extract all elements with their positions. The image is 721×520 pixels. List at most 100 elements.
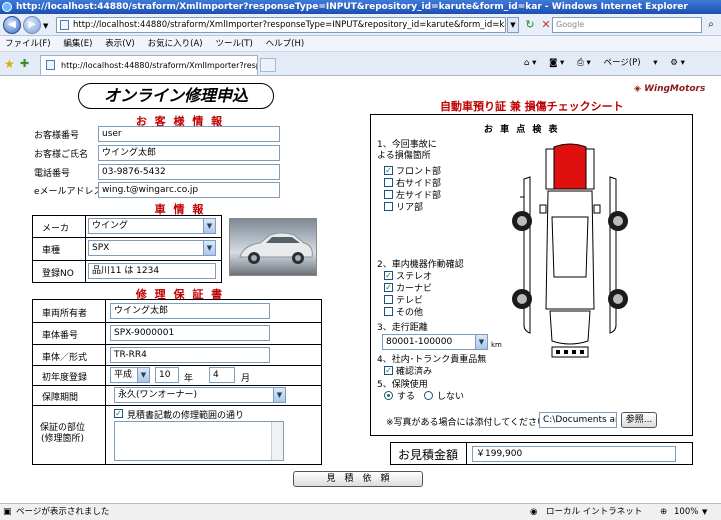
mileage-value: 80001-100000 <box>386 337 453 347</box>
status-text: ページが表示されました <box>16 507 110 517</box>
textarea-scrollbar[interactable] <box>271 422 283 460</box>
owner-label: 車両所有者 <box>42 309 88 319</box>
page-menu-label: ページ(P) <box>603 58 641 68</box>
back-button[interactable]: ◀ <box>3 16 21 34</box>
window-title-bar: http://localhost:44880/straform/XmlImpor… <box>0 0 721 14</box>
mileage-select[interactable]: 80001-100000 ▼ <box>382 334 488 350</box>
refresh-icon[interactable]: ↻ <box>522 17 538 33</box>
damage-left-checkbox[interactable] <box>384 190 393 199</box>
tab-current[interactable]: http://localhost:44880/straform/XmlImpor… <box>40 55 258 75</box>
reg-input[interactable]: 品川11 は 1234 <box>88 263 216 279</box>
browse-button[interactable]: 参照... <box>621 412 657 428</box>
equip-other-label: その他 <box>396 308 424 318</box>
model-label: 車種 <box>42 246 61 256</box>
equip-stereo-checkbox[interactable]: ✓ <box>384 271 393 280</box>
brand-name: WingMotors <box>644 84 706 94</box>
tools-menu[interactable]: ⚙ ▾ <box>670 58 685 68</box>
search-input[interactable]: Google <box>552 17 702 33</box>
q1-label: 1、今回事故に よる損傷箇所 <box>377 140 437 161</box>
chevron-down-icon: ▼ <box>203 241 215 255</box>
menu-edit[interactable]: 編集(E) <box>58 36 97 52</box>
car-front-damaged <box>549 143 591 190</box>
phone-input[interactable]: 03-9876-5432 <box>98 164 280 180</box>
menu-help[interactable]: ヘルプ(H) <box>261 36 310 52</box>
chevron-down-icon: ▼ <box>475 335 487 349</box>
damage-right-checkbox[interactable] <box>384 178 393 187</box>
model-value: SPX <box>92 243 110 253</box>
check-sheet-title: 自動車預り証 兼 損傷チェックシート <box>440 100 624 113</box>
address-dropdown-button[interactable]: ▼ <box>507 17 519 33</box>
warranty-row-line <box>32 322 322 323</box>
search-icon[interactable]: ⌕ <box>704 17 718 33</box>
customer-number-input[interactable]: user <box>98 126 280 142</box>
equip-tv-checkbox[interactable] <box>384 295 393 304</box>
zone-text: ローカル イントラネット <box>546 507 643 517</box>
maker-select[interactable]: ウイング ▼ <box>88 218 216 234</box>
tab-title: http://localhost:44880/straform/XmlImpor… <box>61 61 258 70</box>
period-select[interactable]: 永久(ワンオーナー) ▼ <box>114 387 286 403</box>
maker-value: ウイング <box>92 221 129 231</box>
estimate-input[interactable]: ￥199,900 <box>472 446 676 462</box>
maker-label: メーカ <box>42 224 70 234</box>
print-icon[interactable]: ⎙ ▾ <box>577 58 591 68</box>
history-dropdown-icon[interactable]: ▼ <box>43 22 48 30</box>
menu-file[interactable]: ファイル(F) <box>0 36 56 52</box>
estimate-divider <box>466 442 467 465</box>
menu-view[interactable]: 表示(V) <box>100 36 139 52</box>
add-favorite-icon[interactable]: ✚ <box>20 57 29 70</box>
email-label: eメールアドレス <box>34 187 103 197</box>
zoom-icon[interactable]: ⊕ <box>660 504 667 520</box>
feeds-icon[interactable]: ◙ ▾ <box>549 58 564 68</box>
month-input[interactable]: 4 <box>209 367 235 383</box>
valuables-checkbox[interactable]: ✓ <box>384 366 393 375</box>
damage-rear-checkbox[interactable] <box>384 202 393 211</box>
photo-file-input[interactable]: C:\Documents and <box>539 412 617 428</box>
equip-other-checkbox[interactable] <box>384 307 393 316</box>
car-photo <box>229 218 317 276</box>
favorites-star-icon[interactable]: ★ <box>4 57 15 71</box>
era-select[interactable]: 平成 ▼ <box>110 367 150 383</box>
customer-name-input[interactable]: ウイング太郎 <box>98 145 280 161</box>
type-input[interactable]: TR-RR4 <box>110 347 270 363</box>
car-side-right <box>609 176 617 334</box>
damage-front-checkbox[interactable]: ✓ <box>384 166 393 175</box>
year-unit: 年 <box>184 374 194 384</box>
address-input[interactable]: http://localhost:44880/straform/XmlImpor… <box>56 17 506 33</box>
owner-input[interactable]: ウイング太郎 <box>110 303 270 319</box>
parts-textarea[interactable] <box>114 421 284 461</box>
month-unit: 月 <box>241 374 251 384</box>
first-reg-label: 初年度登録 <box>42 373 88 383</box>
page-icon <box>60 20 69 30</box>
zoom-dropdown-icon[interactable]: ▼ <box>702 504 707 520</box>
status-bar: ▣ ページが表示されました ◉ ローカル イントラネット ⊕ 100% ▼ <box>0 503 721 520</box>
email-input[interactable]: wing.t@wingarc.co.jp <box>98 182 280 198</box>
insurance-no-radio[interactable] <box>424 391 433 400</box>
chevron-down-icon: ▼ <box>137 368 149 382</box>
type-label: 車体／形式 <box>42 353 88 363</box>
insurance-yes-radio[interactable] <box>384 391 393 400</box>
equip-navi-checkbox[interactable]: ✓ <box>384 283 393 292</box>
page-content: オンライン修理申込 お 客 様 情 報 お客様番号 user お客様ご氏名 ウイ… <box>0 77 721 503</box>
menu-tools[interactable]: ツール(T) <box>210 36 257 52</box>
year-input[interactable]: 10 <box>155 367 179 383</box>
menu-bar: ファイル(F) 編集(E) 表示(V) お気に入り(A) ツール(T) ヘルプ(… <box>0 36 721 52</box>
forward-button[interactable]: ▶ <box>23 16 41 34</box>
window-title: http://localhost:44880/straform/XmlImpor… <box>16 2 688 12</box>
status-page-icon: ▣ <box>3 507 12 517</box>
car-damage-diagram <box>512 143 628 358</box>
zoom-level[interactable]: 100% <box>674 504 698 520</box>
insurance-yes-label: する <box>397 392 416 402</box>
menu-favorites[interactable]: お気に入り(A) <box>143 36 208 52</box>
chevron-down-icon: ▼ <box>203 219 215 233</box>
car-photo-image <box>239 232 313 264</box>
body-no-input[interactable]: SPX-9000001 <box>110 325 270 341</box>
submit-button[interactable]: 見 積 依 頼 <box>293 471 423 487</box>
warranty-row-line <box>32 405 322 406</box>
home-icon[interactable]: ⌂ ▾ <box>524 58 536 68</box>
model-select[interactable]: SPX ▼ <box>88 240 216 256</box>
parts-check-label: 見積書記載の修理範囲の通り <box>127 411 245 421</box>
parts-checkbox[interactable]: ✓ <box>114 409 123 418</box>
new-tab-button[interactable] <box>260 58 276 72</box>
page-menu[interactable]: ページ(P) ▾ <box>603 58 657 68</box>
form-title: オンライン修理申込 <box>78 83 274 109</box>
